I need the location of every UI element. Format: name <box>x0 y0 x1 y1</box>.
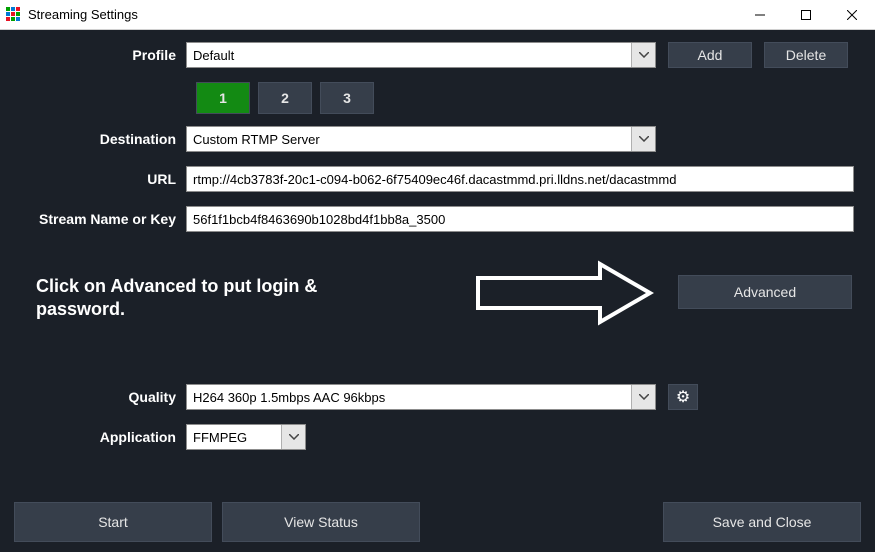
tab-2[interactable]: 2 <box>258 82 312 114</box>
quality-select[interactable]: H264 360p 1.5mbps AAC 96kbps <box>186 384 656 410</box>
advanced-button[interactable]: Advanced <box>678 275 852 309</box>
view-status-button[interactable]: View Status <box>222 502 420 542</box>
quality-label: Quality <box>14 389 186 405</box>
destination-select-value: Custom RTMP Server <box>193 132 320 147</box>
application-label: Application <box>14 429 186 445</box>
maximize-button[interactable] <box>783 0 829 30</box>
add-button[interactable]: Add <box>668 42 752 68</box>
chevron-down-icon <box>631 127 655 151</box>
application-select-value: FFMPEG <box>193 430 247 445</box>
chevron-down-icon <box>281 425 305 449</box>
profile-select-value: Default <box>193 48 234 63</box>
title-bar: Streaming Settings <box>0 0 875 30</box>
tab-3[interactable]: 3 <box>320 82 374 114</box>
gear-icon: ⚙ <box>676 387 690 407</box>
close-button[interactable] <box>829 0 875 30</box>
profile-select[interactable]: Default <box>186 42 656 68</box>
window-title: Streaming Settings <box>28 7 138 22</box>
annotation-text: Click on Advanced to put login & passwor… <box>36 275 366 322</box>
destination-select[interactable]: Custom RTMP Server <box>186 126 656 152</box>
start-button[interactable]: Start <box>14 502 212 542</box>
chevron-down-icon <box>631 43 655 67</box>
quality-select-value: H264 360p 1.5mbps AAC 96kbps <box>193 390 385 405</box>
delete-button[interactable]: Delete <box>764 42 848 68</box>
chevron-down-icon <box>631 385 655 409</box>
streamkey-label: Stream Name or Key <box>14 211 186 227</box>
streamkey-input[interactable] <box>186 206 854 232</box>
quality-settings-button[interactable]: ⚙ <box>668 384 698 410</box>
save-and-close-button[interactable]: Save and Close <box>663 502 861 542</box>
profile-label: Profile <box>14 47 186 63</box>
arrow-icon <box>470 260 660 331</box>
destination-label: Destination <box>14 131 186 147</box>
url-label: URL <box>14 171 186 187</box>
app-icon <box>6 7 22 23</box>
application-select[interactable]: FFMPEG <box>186 424 306 450</box>
tab-1[interactable]: 1 <box>196 82 250 114</box>
minimize-button[interactable] <box>737 0 783 30</box>
url-input[interactable] <box>186 166 854 192</box>
